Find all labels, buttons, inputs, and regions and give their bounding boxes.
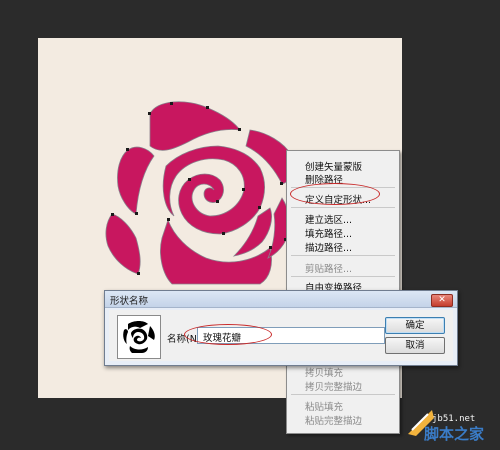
highlight-ellipse-menu: [290, 183, 380, 205]
menu-item-fill-path[interactable]: 填充路径...: [305, 226, 352, 240]
menu-item-create-vector-mask[interactable]: 创建矢量蒙版: [305, 159, 362, 173]
rose-preview-icon: [123, 321, 155, 353]
ok-button[interactable]: 确定: [385, 317, 445, 334]
dialog-title: 形状名称: [110, 296, 149, 307]
menu-item-copy-fill: 拷贝填充: [305, 368, 344, 379]
cancel-button[interactable]: 取消: [385, 337, 445, 354]
dialog-titlebar[interactable]: 形状名称 ✕: [105, 291, 457, 308]
menu-separator: [291, 276, 395, 277]
menu-separator: [291, 394, 395, 395]
shape-preview-thumbnail: [117, 315, 161, 359]
menu-item-make-selection[interactable]: 建立选区...: [305, 212, 352, 226]
menu-item-clipping-path: 剪贴路径...: [305, 264, 353, 275]
shape-name-dialog: 形状名称 ✕ 名称(N): 玫瑰花瓣 确定 取消: [104, 290, 458, 366]
dialog-body: 名称(N): 玫瑰花瓣 确定 取消: [109, 310, 453, 361]
highlight-ellipse-name: [184, 324, 272, 345]
menu-item-paste-complete-stroke: 粘贴完整描边: [305, 416, 363, 427]
menu-separator: [291, 255, 395, 256]
close-button[interactable]: ✕: [431, 294, 453, 307]
watermark-name: 脚本之家: [424, 425, 485, 443]
menu-item-stroke-path[interactable]: 描边路径...: [305, 240, 352, 254]
menu-item-paste-fill: 粘贴填充: [305, 402, 344, 413]
menu-item-copy-complete-stroke: 拷贝完整描边: [305, 382, 363, 393]
menu-separator: [291, 207, 395, 208]
